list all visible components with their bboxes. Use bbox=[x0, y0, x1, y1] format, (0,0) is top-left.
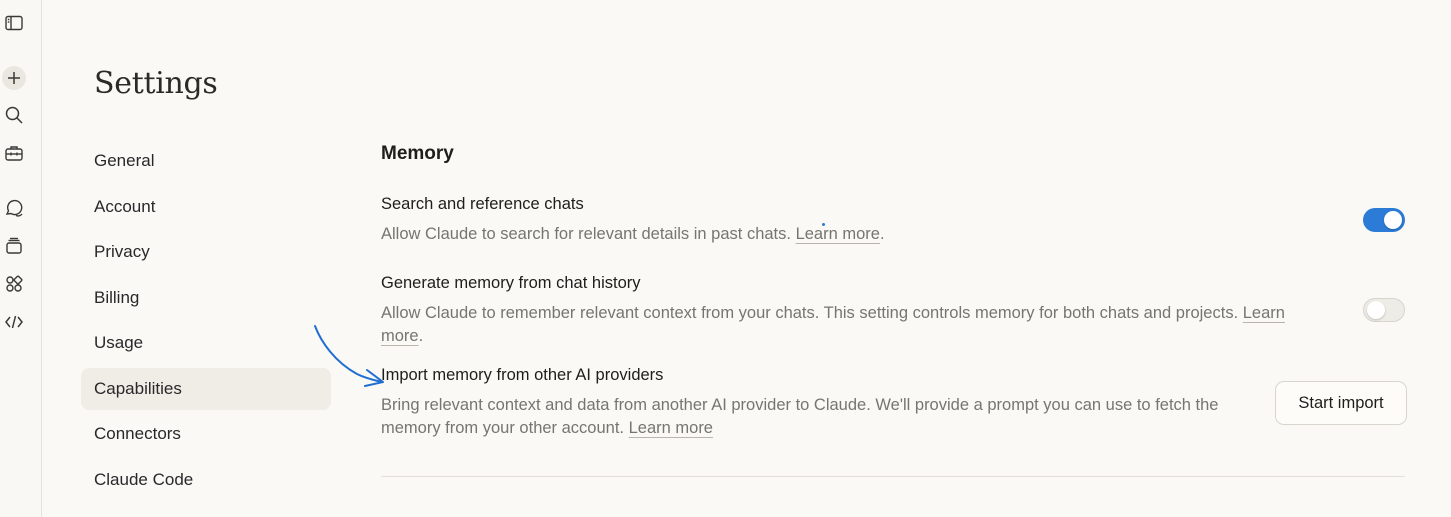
description-text: Allow Claude to search for relevant deta… bbox=[381, 225, 791, 243]
artifacts-icon[interactable] bbox=[3, 273, 25, 295]
new-chat-icon[interactable] bbox=[2, 66, 26, 90]
learn-more-link[interactable]: Learn more bbox=[629, 419, 713, 437]
toggle-knob bbox=[1367, 301, 1385, 319]
search-reference-chats-title: Search and reference chats bbox=[381, 195, 584, 213]
import-memory-title: Import memory from other AI providers bbox=[381, 366, 664, 384]
cursor-dot bbox=[822, 223, 825, 226]
chats-icon[interactable] bbox=[3, 197, 25, 219]
generate-memory-description: Allow Claude to remember relevant contex… bbox=[381, 302, 1321, 348]
learn-more-link[interactable]: Learn more bbox=[796, 225, 880, 243]
section-divider bbox=[381, 476, 1405, 477]
icon-rail bbox=[0, 0, 42, 517]
search-reference-chats-description: Allow Claude to search for relevant deta… bbox=[381, 223, 885, 246]
description-text-line1: Bring relevant context and data from ano… bbox=[381, 396, 1219, 414]
search-reference-chats-toggle[interactable] bbox=[1363, 208, 1405, 232]
start-import-button[interactable]: Start import bbox=[1275, 381, 1407, 425]
description-suffix: . bbox=[418, 327, 424, 345]
toolbox-icon[interactable] bbox=[3, 142, 25, 164]
code-icon[interactable] bbox=[3, 311, 25, 333]
description-suffix: . bbox=[879, 225, 885, 243]
settings-window: Settings General Account Privacy Billing… bbox=[0, 0, 1451, 517]
import-memory-description: Bring relevant context and data from ano… bbox=[381, 394, 1261, 440]
nav-item-billing[interactable]: Billing bbox=[81, 277, 331, 319]
generate-memory-title: Generate memory from chat history bbox=[381, 274, 641, 292]
generate-memory-toggle[interactable] bbox=[1363, 298, 1405, 322]
sidebar-toggle-icon[interactable] bbox=[3, 12, 25, 34]
search-icon[interactable] bbox=[3, 104, 25, 126]
nav-item-general[interactable]: General bbox=[81, 140, 331, 182]
nav-item-usage[interactable]: Usage bbox=[81, 322, 331, 364]
projects-icon[interactable] bbox=[3, 235, 25, 257]
learn-more-link[interactable]: Learn bbox=[1243, 304, 1285, 322]
description-text-line2: memory from your other account. bbox=[381, 419, 625, 437]
toggle-knob bbox=[1384, 211, 1402, 229]
annotation-arrow-icon bbox=[314, 325, 384, 387]
page-title: Settings bbox=[94, 66, 218, 101]
nav-item-capabilities[interactable]: Capabilities bbox=[81, 368, 331, 410]
nav-item-account[interactable]: Account bbox=[81, 186, 331, 228]
nav-item-privacy[interactable]: Privacy bbox=[81, 231, 331, 273]
description-text: Allow Claude to remember relevant contex… bbox=[381, 304, 1239, 322]
nav-item-connectors[interactable]: Connectors bbox=[81, 413, 331, 455]
nav-item-claude-code[interactable]: Claude Code bbox=[81, 459, 331, 501]
memory-section-title: Memory bbox=[381, 143, 454, 164]
